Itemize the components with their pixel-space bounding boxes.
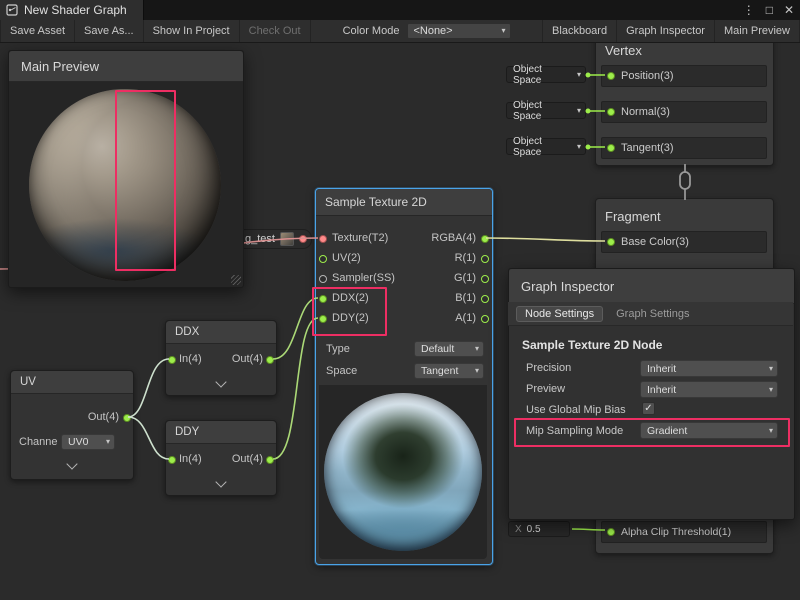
checkmark-icon: ✓ bbox=[644, 403, 652, 414]
edge-alpha-default[interactable] bbox=[572, 529, 605, 530]
more-button[interactable]: ⋮ bbox=[743, 3, 755, 17]
graph-inspector-toggle-button[interactable]: Graph Inspector bbox=[616, 20, 714, 42]
preview-dropdown[interactable]: Inherit▾ bbox=[640, 381, 778, 398]
color-mode-label: Color Mode bbox=[337, 20, 408, 42]
blackboard-toggle-button[interactable]: Blackboard bbox=[542, 20, 616, 42]
maximize-button[interactable]: □ bbox=[766, 3, 773, 17]
titlebar: New Shader Graph ⋮ □ ✕ bbox=[0, 0, 800, 20]
mip-bias-checkbox[interactable]: ✓ bbox=[642, 402, 655, 415]
dropdown-arrow-icon: ▾ bbox=[769, 386, 773, 394]
tab-title: New Shader Graph bbox=[24, 3, 127, 17]
precision-dropdown[interactable]: Inherit▾ bbox=[640, 360, 778, 377]
wire-dot bbox=[586, 109, 591, 114]
document-tab[interactable]: New Shader Graph bbox=[0, 0, 144, 20]
annotation-rect-ddx-ddy-ports bbox=[312, 287, 387, 336]
main-preview-header[interactable]: Main Preview bbox=[9, 51, 243, 82]
panel-title: Main Preview bbox=[21, 59, 99, 74]
tab-node-settings[interactable]: Node Settings bbox=[516, 306, 603, 322]
edge-ddy-to-sample[interactable] bbox=[273, 318, 318, 459]
shader-graph-window: Vertex Position(3) Normal(3) Tangent(3) … bbox=[0, 0, 800, 600]
inspector-tabbar: Node Settings Graph Settings bbox=[508, 302, 793, 326]
mip-bias-label: Use Global Mip Bias bbox=[526, 404, 626, 416]
resize-handle[interactable] bbox=[231, 275, 241, 285]
wire-dot bbox=[586, 73, 591, 78]
color-mode-dropdown[interactable]: <None>▾ bbox=[407, 23, 511, 39]
preview-label: Preview bbox=[526, 383, 565, 395]
edge-uv-to-ddx[interactable] bbox=[128, 359, 169, 417]
block-connector-pill[interactable] bbox=[680, 172, 690, 189]
tab-graph-settings[interactable]: Graph Settings bbox=[607, 306, 698, 322]
graph-inspector-header[interactable]: Graph Inspector bbox=[509, 269, 794, 304]
show-in-project-button[interactable]: Show In Project bbox=[144, 20, 240, 42]
main-preview-toggle-button[interactable]: Main Preview bbox=[714, 20, 800, 42]
save-asset-button[interactable]: Save Asset bbox=[0, 20, 75, 42]
wire-dot bbox=[586, 145, 591, 150]
edge-uv-to-ddy[interactable] bbox=[128, 417, 169, 459]
annotation-rect-mip-sampling-mode bbox=[514, 418, 790, 447]
dropdown-arrow-icon: ▾ bbox=[769, 365, 773, 373]
save-as-button[interactable]: Save As... bbox=[75, 20, 144, 42]
annotation-rect-preview bbox=[115, 90, 176, 271]
shader-graph-icon bbox=[6, 4, 18, 16]
close-button[interactable]: ✕ bbox=[784, 3, 794, 17]
dropdown-arrow-icon: ▾ bbox=[501, 27, 505, 35]
precision-label: Precision bbox=[526, 362, 571, 374]
toolbar: Save Asset Save As... Show In Project Ch… bbox=[0, 20, 800, 43]
panel-title: Graph Inspector bbox=[521, 279, 614, 294]
check-out-button[interactable]: Check Out bbox=[240, 20, 311, 42]
edge-rgba-to-basecolor[interactable] bbox=[486, 238, 605, 241]
inspector-node-title: Sample Texture 2D Node bbox=[522, 338, 662, 352]
